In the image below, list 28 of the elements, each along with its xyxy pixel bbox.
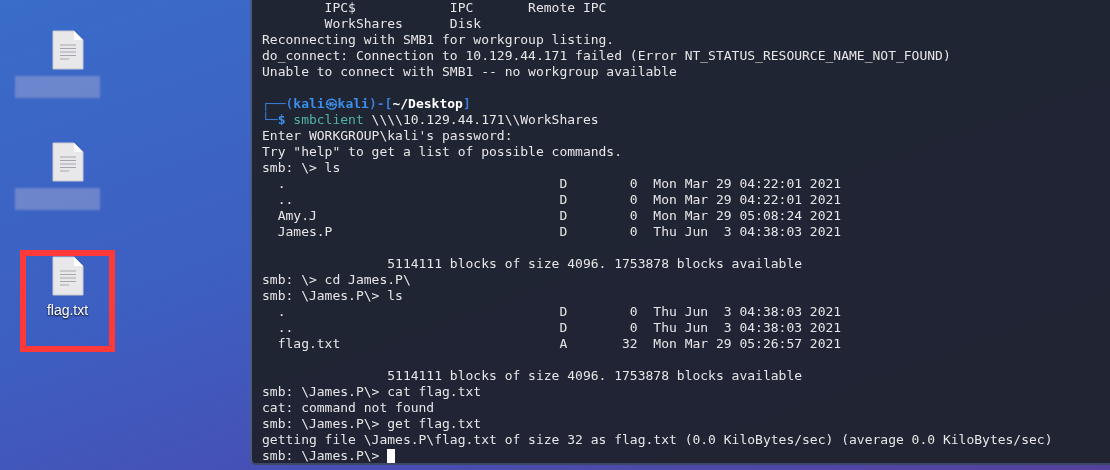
terminal-line: flag.txt A 32 Mon Mar 29 05:26:57 2021 [276,336,842,352]
terminal-line: Unable to connect with SMB1 -- no workgroup available [262,64,677,80]
terminal-line: .. D 0 Mon Mar 29 04:22:01 2021 [276,192,842,208]
terminal-line: smb: \James.P\> [262,448,381,463]
text-file-icon [51,256,84,296]
terminal-line: Amy.J D 0 Mon Mar 29 05:08:24 2021 [276,208,842,224]
terminal-line: IPC$ IPC Remote IPC [323,0,607,16]
terminal-line: smb: \James.P\> get flag.txt [262,416,482,432]
terminal-line: 5114111 blocks of size 4096. 1753878 blocks available [386,256,803,272]
terminal-line: .. D 0 Thu Jun 3 04:38:03 2021 [276,320,842,336]
terminal-line: smb: \James.P\> ls [262,288,403,304]
terminal-line: James.P D 0 Thu Jun 3 04:38:03 2021 [276,224,842,240]
terminal-line: Reconnecting with SMB1 for workgroup listing. [262,32,615,48]
terminal-line: smb: \James.P\> cat flag.txt [262,384,482,400]
terminal-line: cat: command not found [262,400,435,416]
prompt-line: ┌──(kali㉿kali)-[~/Desktop] [262,96,471,112]
terminal-line: smb: \> cd James.P\ [262,272,411,288]
terminal-line: Try "help" to get a list of possible commands. [262,144,623,160]
terminal-line: smb: \> ls [262,160,341,176]
terminal-line: do_connect: Connection to 10.129.44.171 failed (Error NT_STATUS_RESOURCE_NAME_NOT_FOUND) [262,48,951,64]
terminal-line: WorkShares Disk [323,16,482,32]
file-label[interactable]: flag.txt [46,302,89,318]
terminal-line: Enter WORKGROUP\kali's password: [262,128,514,144]
terminal-line: 5114111 blocks of size 4096. 1753878 blocks available [386,368,803,384]
terminal-line: . D 0 Thu Jun 3 04:38:03 2021 [276,304,842,320]
terminal-line: getting file \James.P\flag.txt of size 32 as flag.txt (0.0 KiloBytes/sec) (average 0.0 KiloBytes/sec) [262,432,1053,448]
terminal-line: . D 0 Mon Mar 29 04:22:01 2021 [276,176,842,192]
prompt-line: └─$ smbclient \\\\10.129.44.171\\WorkShares [262,112,599,128]
